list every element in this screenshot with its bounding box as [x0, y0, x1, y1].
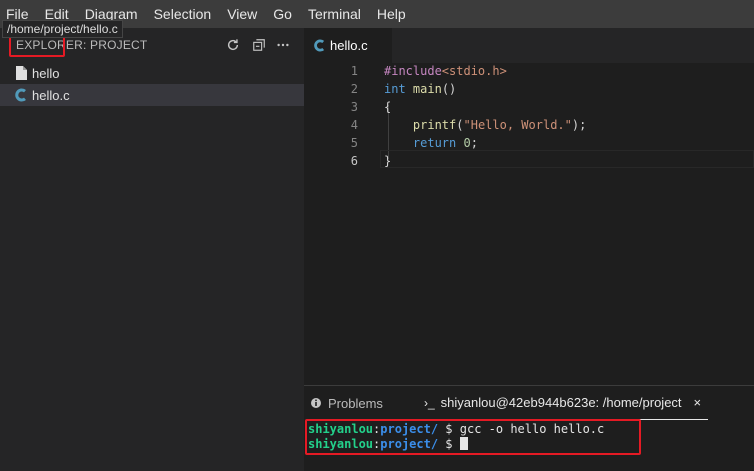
line-number: 1: [350, 64, 358, 78]
code-token: #include: [384, 64, 442, 78]
code-text: printf("Hello, World.");: [384, 116, 586, 134]
close-icon[interactable]: ×: [694, 395, 702, 410]
tab-terminal[interactable]: ›_ shiyanlou@42eb944b623e: /home/project…: [416, 386, 708, 420]
collapse-all-icon[interactable]: [250, 36, 268, 54]
code-text: #include<stdio.h>: [384, 62, 507, 80]
refresh-icon[interactable]: [224, 36, 242, 54]
code-line[interactable]: 1 #include<stdio.h>: [304, 62, 754, 80]
tab-terminal-label: shiyanlou@42eb944b623e: /home/project: [440, 395, 682, 410]
line-number: 2: [350, 82, 358, 96]
highlight-box-terminal: [305, 419, 641, 455]
file-label-hello: hello: [32, 65, 60, 81]
c-file-icon: [312, 39, 326, 53]
info-icon: [311, 398, 321, 408]
code-token: {: [384, 100, 392, 114]
editor-tab-bar: hello.c: [304, 28, 754, 63]
menu-help[interactable]: Help: [369, 0, 414, 28]
tab-label: hello.c: [330, 38, 368, 53]
code-token: }: [384, 154, 392, 168]
terminal-prompt-icon: ›_: [424, 395, 435, 410]
code-token: printf: [412, 118, 457, 132]
path-tooltip: /home/project/hello.c: [2, 20, 123, 38]
code-token: main: [412, 82, 442, 96]
explorer-sidebar: EXPLORER: PROJECT hello hello.c: [0, 28, 304, 471]
menu-terminal[interactable]: Terminal: [300, 0, 369, 28]
code-text: return 0;: [384, 134, 478, 152]
code-text: }: [384, 152, 391, 170]
tab-problems-label: Problems: [328, 395, 383, 411]
line-number: 3: [350, 100, 358, 114]
code-line[interactable]: 3{: [304, 98, 754, 116]
line-number: 5: [350, 136, 358, 150]
code-text: int main(): [384, 80, 456, 98]
file-item-hello[interactable]: hello: [0, 62, 304, 84]
code-token: (): [441, 82, 457, 96]
menu-selection[interactable]: Selection: [146, 0, 220, 28]
code-token: ;: [470, 136, 478, 150]
code-line[interactable]: 2 int main(): [304, 80, 754, 98]
code-line[interactable]: 5 return 0;: [304, 134, 754, 152]
code-line[interactable]: 4 printf("Hello, World.");: [304, 116, 754, 134]
code-token: );: [571, 118, 587, 132]
more-icon[interactable]: [274, 36, 292, 54]
code-token: (: [456, 118, 464, 132]
code-editor[interactable]: 1 #include<stdio.h> 2 int main() 3{4 printf(…: [304, 63, 754, 385]
menu-view[interactable]: View: [219, 0, 265, 28]
code-token: return: [412, 136, 457, 150]
line-number: 6: [350, 154, 358, 168]
code-token: "Hello, World.": [463, 118, 572, 132]
code-token: 0: [463, 136, 471, 150]
file-icon: [13, 65, 29, 81]
code-line[interactable]: 6}: [304, 152, 754, 170]
c-file-icon: [13, 87, 29, 103]
line-number: 4: [350, 118, 358, 132]
file-item-hello-c[interactable]: hello.c: [0, 84, 304, 106]
code-token: int: [384, 82, 406, 96]
menu-go[interactable]: Go: [265, 0, 300, 28]
tab-problems[interactable]: Problems: [310, 386, 383, 420]
file-label-hello-c: hello.c: [32, 87, 70, 103]
tab-hello-c[interactable]: hello.c: [304, 28, 392, 63]
code-text: {: [384, 98, 391, 116]
code-token: <stdio.h>: [441, 64, 507, 78]
